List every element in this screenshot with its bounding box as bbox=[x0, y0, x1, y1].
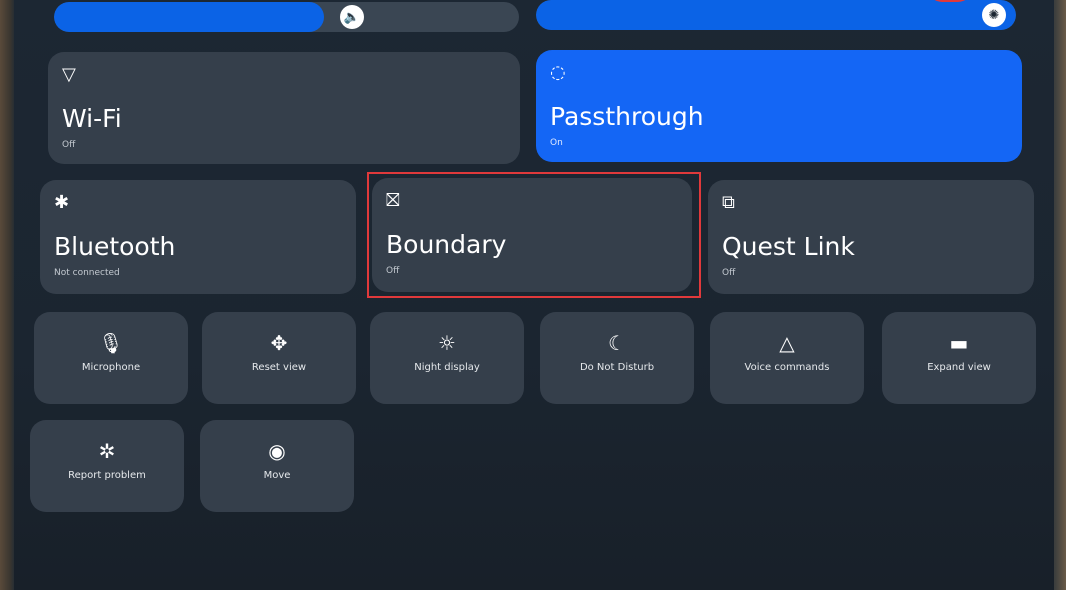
report-problem-label: Report problem bbox=[68, 470, 146, 481]
reset-view-label: Reset view bbox=[251, 362, 307, 373]
expand-view-icon: ▬ bbox=[949, 331, 969, 355]
wifi-tile[interactable]: ▽ Wi-Fi Off bbox=[48, 52, 520, 164]
move-label: Move bbox=[263, 470, 291, 481]
passthrough-icon: ◌ bbox=[550, 62, 566, 83]
bluetooth-icon: ✱ bbox=[54, 192, 70, 213]
quest-link-title: Quest Link bbox=[722, 232, 855, 261]
sun-icon: ☼ bbox=[438, 331, 456, 355]
move-arrows-icon: ✥ bbox=[270, 331, 288, 355]
report-problem-tile[interactable]: ✲ Report problem bbox=[30, 420, 184, 512]
expand-view-label: Expand view bbox=[927, 362, 991, 373]
brightness-icon[interactable]: ✺ bbox=[982, 3, 1006, 27]
passthrough-title: Passthrough bbox=[550, 102, 704, 131]
brightness-slider[interactable]: ✺ bbox=[536, 0, 1016, 30]
voice-commands-icon: △ bbox=[779, 331, 795, 355]
bluetooth-tile[interactable]: ✱ Bluetooth Not connected bbox=[40, 180, 356, 294]
volume-slider[interactable]: 🔈 bbox=[54, 2, 519, 32]
bluetooth-title: Bluetooth bbox=[54, 232, 176, 261]
volume-icon[interactable]: 🔈 bbox=[340, 5, 364, 29]
microphone-tile[interactable]: 🎙 Microphone bbox=[34, 312, 188, 404]
move-tile[interactable]: ◉ Move bbox=[200, 420, 354, 512]
bug-icon: ✲ bbox=[98, 439, 116, 463]
volume-slider-fill bbox=[54, 2, 324, 32]
reset-view-tile[interactable]: ✥ Reset view bbox=[202, 312, 356, 404]
wifi-title: Wi-Fi bbox=[62, 104, 122, 133]
passthrough-status: On bbox=[550, 138, 563, 148]
move-icon: ◉ bbox=[268, 439, 286, 463]
microphone-label: Microphone bbox=[81, 362, 141, 373]
night-display-tile[interactable]: ☼ Night display bbox=[370, 312, 524, 404]
quest-link-status: Off bbox=[722, 268, 736, 278]
wifi-icon: ▽ bbox=[62, 64, 76, 85]
boundary-highlight-box bbox=[367, 172, 701, 298]
do-not-disturb-label: Do Not Disturb bbox=[579, 362, 655, 373]
night-display-label: Night display bbox=[414, 362, 480, 373]
moon-icon: ☾ bbox=[608, 331, 626, 355]
wifi-status: Off bbox=[62, 140, 76, 150]
passthrough-tile[interactable]: ◌ Passthrough On bbox=[536, 50, 1022, 162]
brightness-slider-fill bbox=[536, 0, 1016, 30]
do-not-disturb-tile[interactable]: ☾ Do Not Disturb bbox=[540, 312, 694, 404]
microphone-icon: 🎙 bbox=[98, 331, 124, 355]
bluetooth-status: Not connected bbox=[54, 268, 120, 278]
quest-link-icon: ⧉ bbox=[722, 192, 735, 213]
quest-link-tile[interactable]: ⧉ Quest Link Off bbox=[708, 180, 1034, 294]
voice-commands-tile[interactable]: △ Voice commands bbox=[710, 312, 864, 404]
expand-view-tile[interactable]: ▬ Expand view bbox=[882, 312, 1036, 404]
voice-commands-label: Voice commands bbox=[744, 362, 830, 373]
